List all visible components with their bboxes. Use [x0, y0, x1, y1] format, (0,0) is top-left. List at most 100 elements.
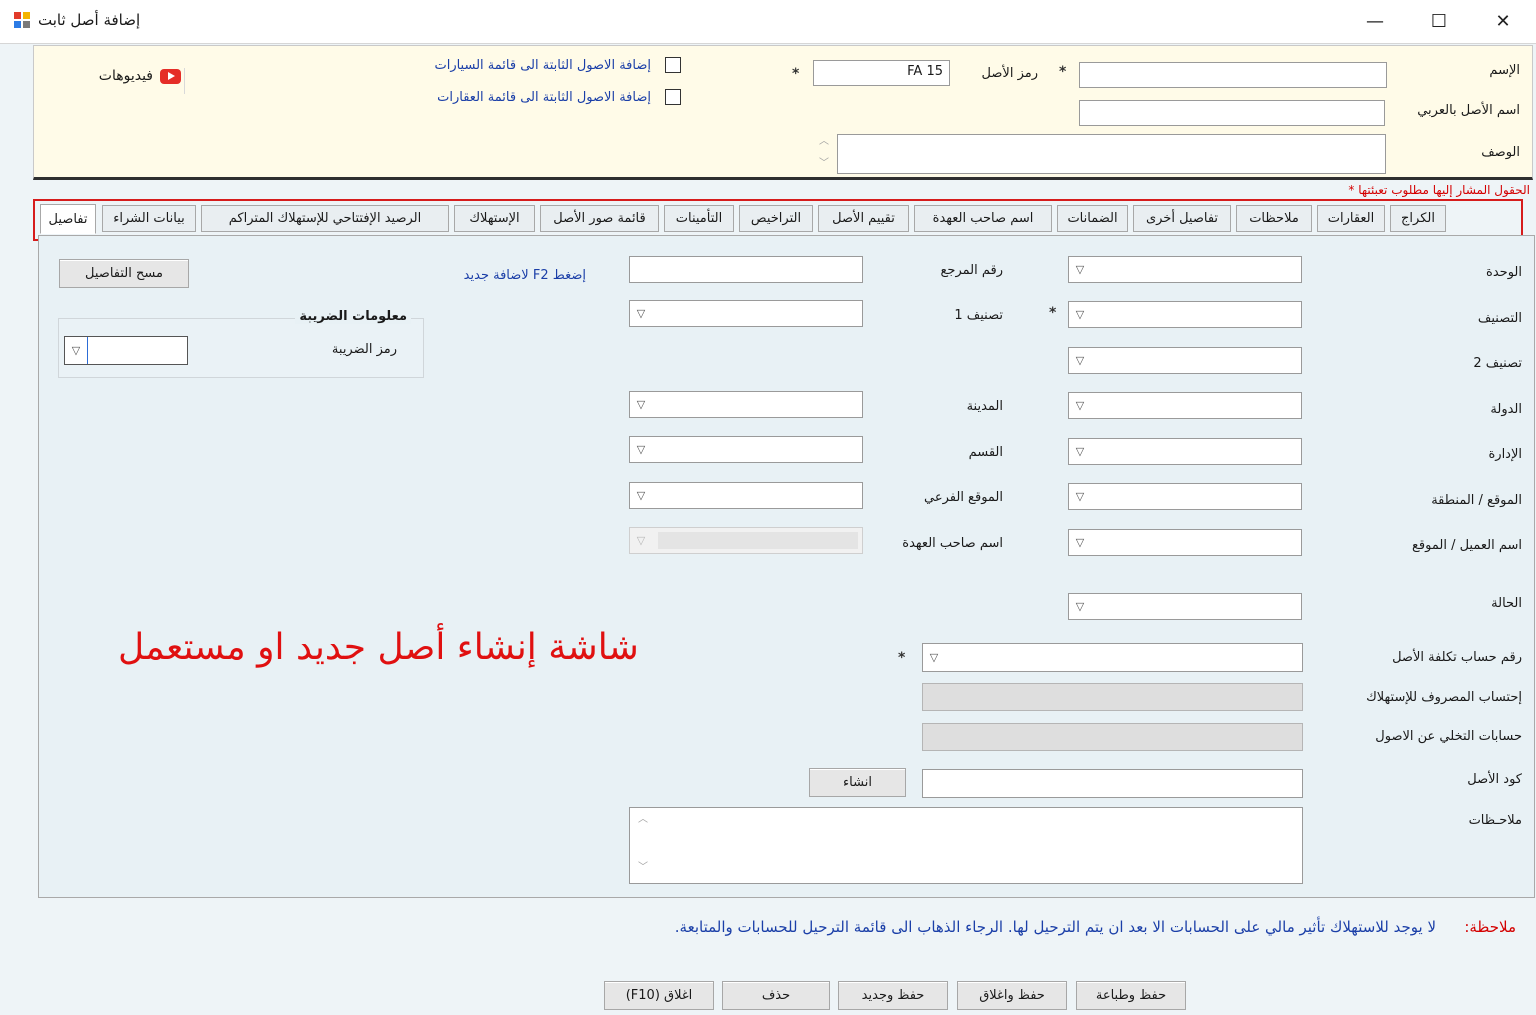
f2-hint: إضغط F2 لاضافة جديد	[463, 268, 586, 283]
name-input[interactable]	[1079, 62, 1387, 88]
add-to-cars-checkbox[interactable]	[665, 57, 681, 73]
cost-account-label: رقم حساب تكلفة الأصل	[1392, 650, 1522, 665]
city-dropdown[interactable]: ▽	[629, 391, 863, 418]
required-mark: *	[1049, 305, 1057, 321]
classification1-label: تصنيف 1	[954, 308, 1003, 323]
tax-group-title: معلومات الضريبة	[295, 309, 411, 324]
reference-label: رقم المرجع	[940, 263, 1004, 278]
arabic-name-label: اسم الأصل بالعربي	[1417, 103, 1520, 118]
tab-notes[interactable]: ملاحظات	[1236, 205, 1312, 232]
required-fields-note: الحقول المشار إليها مطلوب تعبئتها *	[1348, 183, 1530, 197]
country-label: الدولة	[1490, 402, 1522, 417]
unit-dropdown[interactable]: ▽	[1068, 256, 1302, 283]
classification2-dropdown[interactable]: ▽	[1068, 347, 1302, 374]
chevron-down-icon: ▽	[1075, 489, 1085, 503]
department-label: الإدارة	[1488, 447, 1522, 462]
tab-depreciation[interactable]: الإستهلاك	[454, 205, 535, 232]
location-region-dropdown[interactable]: ▽	[1068, 483, 1302, 510]
youtube-icon[interactable]	[160, 69, 181, 84]
status-dropdown[interactable]: ▽	[1068, 593, 1302, 620]
name-label: الإسم	[1489, 63, 1520, 78]
tab-insurances[interactable]: التأمينات	[664, 205, 734, 232]
header-panel: الإسم * اسم الأصل بالعربي الوصف ︿ ﹀ رمز …	[33, 45, 1533, 180]
tab-opening-depreciation[interactable]: الرصيد الإفتتاحي للإستهلاك المتراكم	[201, 205, 449, 232]
tab-licenses[interactable]: التراخيص	[739, 205, 813, 232]
tab-other-details[interactable]: تفاصيل أخرى	[1133, 205, 1231, 232]
tab-guarantees[interactable]: الضمانات	[1057, 205, 1128, 232]
close-window-button[interactable]: ✕	[1480, 6, 1526, 36]
custodian-dropdown: ▽	[629, 527, 863, 554]
classification-label: التصنيف	[1477, 311, 1522, 326]
clear-details-button[interactable]: مسح التفاصيل	[59, 259, 189, 288]
location-region-label: الموقع / المنطقة	[1431, 493, 1522, 508]
add-to-realestate-checkbox[interactable]	[665, 89, 681, 105]
depreciation-expense-field	[922, 683, 1303, 711]
scroll-up-icon[interactable]: ︿	[817, 134, 831, 150]
asset-code-input[interactable]: FA 15	[813, 60, 950, 86]
notes-textarea[interactable]	[629, 807, 1303, 884]
asset-code-field[interactable]	[922, 769, 1303, 798]
reference-input[interactable]	[629, 256, 863, 283]
tab-details[interactable]: تفاصيل	[40, 204, 96, 234]
divider	[184, 68, 185, 94]
chevron-down-icon: ▽	[71, 343, 81, 357]
classification1-dropdown[interactable]: ▽	[629, 300, 863, 327]
description-input[interactable]	[837, 134, 1386, 174]
department-dropdown[interactable]: ▽	[1068, 438, 1302, 465]
tab-asset-images[interactable]: قائمة صور الأصل	[540, 205, 659, 232]
tab-garage[interactable]: الكراج	[1390, 205, 1446, 232]
required-mark: *	[792, 66, 800, 82]
add-to-cars-label: إضافة الاصول الثابتة الى قائمة السيارات	[434, 58, 651, 73]
chevron-down-icon: ▽	[1075, 262, 1085, 276]
status-label: الحالة	[1491, 596, 1522, 611]
chevron-down-icon: ▽	[636, 533, 646, 547]
tab-purchase-data[interactable]: بيانات الشراء	[102, 205, 196, 232]
chevron-down-icon: ▽	[1075, 444, 1085, 458]
close-button[interactable]: اغلاق (F10)	[604, 981, 714, 1010]
footer-note-text: لا يوجد للاستهلاك تأثير مالي على الحسابا…	[674, 918, 1436, 936]
tax-code-label: رمز الضريبة	[331, 342, 397, 357]
disposal-accounts-label: حسابات التخلي عن الاصول	[1375, 729, 1522, 744]
chevron-down-icon: ▽	[636, 488, 646, 502]
cost-account-dropdown[interactable]: ▽	[922, 643, 1303, 672]
scroll-down-icon[interactable]: ﹀	[636, 860, 650, 876]
chevron-down-icon: ▽	[1075, 599, 1085, 613]
required-mark: *	[898, 650, 906, 666]
chevron-down-icon: ▽	[1075, 307, 1085, 321]
chevron-down-icon: ▽	[929, 650, 939, 664]
screen-caption: شاشة إنشاء أصل جديد او مستعمل	[118, 627, 639, 668]
tax-code-dropdown[interactable]: ▽	[64, 336, 188, 365]
country-dropdown[interactable]: ▽	[1068, 392, 1302, 419]
tab-custodian[interactable]: اسم صاحب العهدة	[914, 205, 1052, 232]
app-window-icon	[14, 12, 30, 28]
asset-code-field-label: كود الأصل	[1467, 772, 1522, 787]
chevron-down-icon: ▽	[636, 397, 646, 411]
description-label: الوصف	[1481, 145, 1520, 160]
scroll-up-icon[interactable]: ︿	[636, 812, 650, 828]
client-location-label: اسم العميل / الموقع	[1412, 538, 1522, 553]
create-code-button[interactable]: انشاء	[809, 768, 906, 797]
section-dropdown[interactable]: ▽	[629, 436, 863, 463]
tab-realestate[interactable]: العقارات	[1317, 205, 1385, 232]
unit-label: الوحدة	[1486, 265, 1522, 280]
title-bar: إضافة أصل ثابت — ☐ ✕	[0, 0, 1536, 44]
classification2-label: تصنيف 2	[1473, 356, 1522, 371]
maximize-button[interactable]: ☐	[1416, 6, 1462, 36]
save-close-button[interactable]: حفظ واغلاق	[957, 981, 1067, 1010]
chevron-down-icon: ▽	[636, 442, 646, 456]
tab-asset-valuation[interactable]: تقييم الأصل	[818, 205, 909, 232]
delete-button[interactable]: حذف	[722, 981, 830, 1010]
sublocation-dropdown[interactable]: ▽	[629, 482, 863, 509]
arabic-name-input[interactable]	[1079, 100, 1385, 126]
minimize-button[interactable]: —	[1352, 6, 1398, 36]
chevron-down-icon: ▽	[1075, 353, 1085, 367]
classification-dropdown[interactable]: ▽	[1068, 301, 1302, 328]
scroll-down-icon[interactable]: ﹀	[817, 156, 831, 172]
videos-link[interactable]: فيديوهات	[99, 68, 153, 84]
notes-label: ملاحـظات	[1468, 813, 1522, 828]
chevron-down-icon: ▽	[1075, 398, 1085, 412]
client-location-dropdown[interactable]: ▽	[1068, 529, 1302, 556]
save-new-button[interactable]: حفظ وجديد	[838, 981, 948, 1010]
save-print-button[interactable]: حفظ وطباعة	[1076, 981, 1186, 1010]
depreciation-expense-label: إحتساب المصروف للإستهلاك	[1366, 690, 1522, 705]
